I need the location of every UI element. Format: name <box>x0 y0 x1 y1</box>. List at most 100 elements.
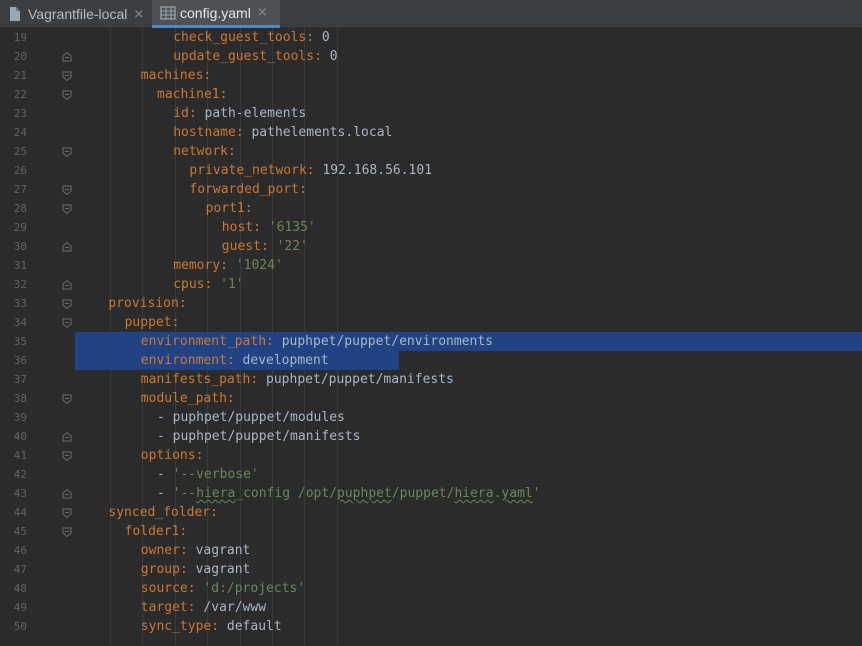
yaml-key: source <box>140 581 188 596</box>
code-text: guest: '22' <box>221 239 308 254</box>
code-text: forwarded_port: <box>189 182 307 197</box>
fold-collapse-icon[interactable] <box>62 71 72 81</box>
yaml-key: environment <box>140 353 227 368</box>
yaml-file-icon <box>160 5 176 21</box>
yaml-value: 0 <box>321 30 330 45</box>
code-text: manifests_path: puphpet/puppet/manifests <box>140 372 454 387</box>
close-icon[interactable]: × <box>257 5 268 20</box>
code-line[interactable]: 25 network: <box>0 142 862 161</box>
code-line[interactable]: 45 folder1: <box>0 522 862 541</box>
code-line[interactable]: 41 options: <box>0 446 862 465</box>
code-text: machines: <box>140 68 212 83</box>
code-line[interactable]: 49 target: /var/www <box>0 598 862 617</box>
code-line[interactable]: 37 manifests_path: puphpet/puppet/manifes… <box>0 370 862 389</box>
fold-collapse-icon[interactable] <box>62 185 72 195</box>
code-line[interactable]: 44 synced_folder: <box>0 503 862 522</box>
code-line[interactable]: 30 guest: '22' <box>0 237 862 256</box>
line-number: 20 <box>13 50 27 63</box>
line-number: 50 <box>13 620 27 633</box>
yaml-value: puphpet/puppet/modules <box>172 410 345 425</box>
fold-collapse-icon[interactable] <box>62 90 72 100</box>
code-text: owner: vagrant <box>140 543 251 558</box>
code-line[interactable]: 20 update_guest_tools: 0 <box>0 47 862 66</box>
code-line[interactable]: 23 id: path-elements <box>0 104 862 123</box>
code-text: check_guest_tools: 0 <box>173 30 330 45</box>
close-icon[interactable]: × <box>133 7 144 22</box>
code-text: - puphpet/puppet/manifests <box>157 429 361 444</box>
line-number: 24 <box>13 126 27 139</box>
code-text: update_guest_tools: 0 <box>173 49 338 64</box>
fold-collapse-icon[interactable] <box>62 527 72 537</box>
yaml-key: check_guest_tools <box>173 30 307 45</box>
yaml-key: synced_folder <box>108 505 211 520</box>
code-editor[interactable]: 19 check_guest_tools: 0 20 update_guest_too… <box>0 28 862 646</box>
fold-collapse-icon[interactable] <box>62 299 72 309</box>
code-line[interactable]: 43 - '--hiera_config /opt/puphpet/puppet/… <box>0 484 862 503</box>
fold-end-icon[interactable] <box>62 242 72 252</box>
code-line[interactable]: 40 - puphpet/puppet/manifests <box>0 427 862 446</box>
code-text: cpus: '1' <box>173 277 244 292</box>
code-line[interactable]: 39 - puphpet/puppet/modules <box>0 408 862 427</box>
editor-tab-bar: Vagrantfile-local × config.yaml × <box>0 0 862 28</box>
code-line[interactable]: 27 forwarded_port: <box>0 180 862 199</box>
line-number: 31 <box>13 259 27 272</box>
fold-collapse-icon[interactable] <box>62 318 72 328</box>
fold-collapse-icon[interactable] <box>62 508 72 518</box>
yaml-value: '6135' <box>268 220 316 235</box>
code-text: machine1: <box>157 87 228 102</box>
fold-end-icon[interactable] <box>62 52 72 62</box>
yaml-value: vagrant <box>195 562 251 577</box>
code-line[interactable]: 32 cpus: '1' <box>0 275 862 294</box>
code-line[interactable]: 28 port1: <box>0 199 862 218</box>
fold-end-icon[interactable] <box>62 432 72 442</box>
file-icon <box>8 6 22 22</box>
yaml-key: private_network <box>189 163 307 178</box>
code-text: - puphpet/puppet/modules <box>157 410 345 425</box>
code-line[interactable]: 31 memory: '1024' <box>0 256 862 275</box>
code-line[interactable]: 42 - '--verbose' <box>0 465 862 484</box>
fold-collapse-icon[interactable] <box>62 394 72 404</box>
fold-end-icon[interactable] <box>62 280 72 290</box>
tab-config-yaml[interactable]: config.yaml × <box>152 0 280 28</box>
yaml-key: group <box>140 562 180 577</box>
yaml-value: 0 <box>329 49 338 64</box>
yaml-value: '1' <box>220 277 244 292</box>
code-line[interactable]: 26 private_network: 192.168.56.101 <box>0 161 862 180</box>
code-line[interactable]: 22 machine1: <box>0 85 862 104</box>
yaml-value: '--hiera_config /opt/puphpet/puppet/hier… <box>172 486 541 501</box>
fold-collapse-icon[interactable] <box>62 204 72 214</box>
code-line[interactable]: 24 hostname: pathelements.local <box>0 123 862 142</box>
code-text: environment: development <box>140 353 329 368</box>
code-line[interactable]: 50 sync_type: default <box>0 617 862 636</box>
fold-collapse-icon[interactable] <box>62 451 72 461</box>
code-line[interactable]: 38 module_path: <box>0 389 862 408</box>
code-text: provision: <box>108 296 187 311</box>
code-line[interactable]: 46 owner: vagrant <box>0 541 862 560</box>
fold-end-icon[interactable] <box>62 489 72 499</box>
code-line[interactable]: 47 group: vagrant <box>0 560 862 579</box>
code-line[interactable]: 21 machines: <box>0 66 862 85</box>
code-text: group: vagrant <box>140 562 251 577</box>
line-number: 33 <box>13 297 27 310</box>
tab-vagrantfile-local[interactable]: Vagrantfile-local × <box>0 0 151 28</box>
yaml-value: /var/www <box>203 600 267 615</box>
code-line[interactable]: 48 source: 'd:/projects' <box>0 579 862 598</box>
yaml-key: environment_path <box>140 334 267 349</box>
code-text: module_path: <box>140 391 235 406</box>
yaml-key: network <box>173 144 228 159</box>
code-line[interactable]: 35 environment_path: puphpet/puppet/envir… <box>0 332 862 351</box>
code-line[interactable]: 36 environment: development <box>0 351 862 370</box>
line-number: 44 <box>13 506 27 519</box>
yaml-key: owner <box>140 543 180 558</box>
yaml-key: machines <box>140 68 204 83</box>
code-line[interactable]: 19 check_guest_tools: 0 <box>0 28 862 47</box>
line-number: 28 <box>13 202 27 215</box>
code-line[interactable]: 33 provision: <box>0 294 862 313</box>
code-line[interactable]: 29 host: '6135' <box>0 218 862 237</box>
fold-collapse-icon[interactable] <box>62 147 72 157</box>
code-text: memory: '1024' <box>173 258 283 273</box>
yaml-key: target <box>140 600 188 615</box>
line-number: 48 <box>13 582 27 595</box>
code-line[interactable]: 34 puppet: <box>0 313 862 332</box>
yaml-key: provision <box>108 296 179 311</box>
